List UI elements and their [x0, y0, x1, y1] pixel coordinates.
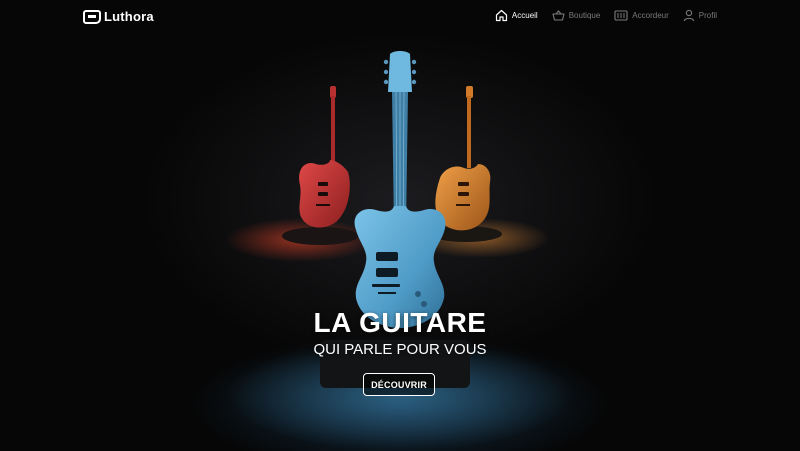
brand-logo[interactable]: Luthora — [83, 9, 154, 24]
nav-item-boutique[interactable]: Boutique — [552, 9, 601, 22]
nav-item-accordeur[interactable]: Accordeur — [614, 9, 669, 22]
nav-label-accordeur: Accordeur — [632, 11, 669, 20]
nav-label-boutique: Boutique — [568, 11, 601, 20]
nav-label-profil: Profil — [698, 11, 717, 20]
main-nav: Accueil Boutique Accordeur Profil — [495, 9, 717, 22]
red-pedestal — [282, 227, 358, 245]
top-navigation-bar: Luthora Accueil Boutique Accordeur Profi… — [0, 0, 800, 34]
hero-copy: LA GUITARE QUI PARLE POUR VOUS — [0, 306, 800, 360]
discover-button[interactable]: DÉCOUVRIR — [363, 373, 435, 396]
basket-icon — [552, 10, 565, 21]
nav-item-profil[interactable]: Profil — [683, 9, 717, 22]
home-icon — [495, 9, 508, 22]
orange-guitar — [435, 86, 491, 231]
luthora-logo-icon — [83, 9, 101, 24]
red-guitar — [299, 86, 350, 228]
nav-label-accueil: Accueil — [511, 11, 538, 20]
hero-title: LA GUITARE — [313, 307, 487, 338]
user-icon — [683, 9, 694, 22]
hero-subtitle: QUI PARLE POUR VOUS — [313, 341, 487, 358]
brand-name: Luthora — [104, 9, 154, 24]
nav-item-accueil[interactable]: Accueil — [495, 9, 538, 22]
blue-guitar — [354, 51, 446, 328]
hero-stage: Luthora Accueil Boutique Accordeur Profi… — [0, 0, 800, 451]
tuner-icon — [614, 10, 628, 21]
